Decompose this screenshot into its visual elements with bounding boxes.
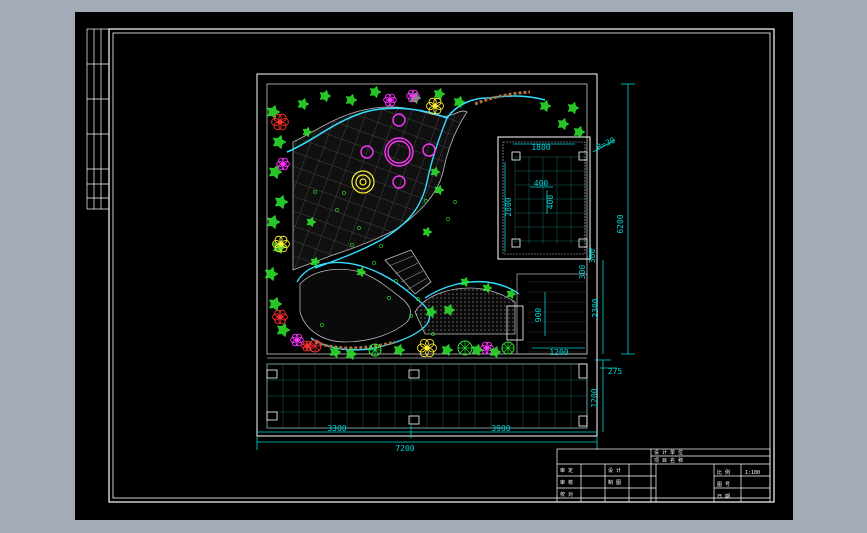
shrub-icon bbox=[460, 276, 471, 288]
title-block-texts: 设 计 单 位 项 目 名 称 审 定 审 核 校 对 设 计 制 图 比 例 … bbox=[560, 449, 760, 500]
shrub-icon bbox=[345, 93, 358, 107]
dim-pergola-width: 1800 bbox=[531, 143, 550, 152]
flower-icon bbox=[272, 309, 288, 325]
tb-scale-value: 1:100 bbox=[745, 470, 760, 476]
dim-right-height: 6200 bbox=[616, 214, 625, 233]
grass-icon bbox=[446, 217, 450, 221]
dim-pergola-depth: 2800 bbox=[504, 197, 513, 216]
flower-icon bbox=[383, 93, 397, 107]
dim-radius: R=30 bbox=[595, 136, 616, 152]
stepping-path bbox=[384, 249, 432, 295]
tb-design-unit: 设 计 单 位 bbox=[654, 449, 683, 456]
shrub-icon bbox=[268, 296, 283, 312]
flower-icon bbox=[426, 97, 444, 115]
lower-lawn bbox=[299, 268, 412, 343]
shrub-icon bbox=[489, 345, 502, 359]
outer-frame bbox=[108, 28, 775, 503]
tb-scale: 比 例 bbox=[717, 469, 730, 476]
drawing-canvas[interactable]: 7200 3300 3900 6200 2300 1200 900 1200 2… bbox=[75, 12, 793, 520]
grass-icon bbox=[453, 200, 457, 204]
cad-viewer: 7200 3300 3900 6200 2300 1200 900 1200 2… bbox=[0, 0, 867, 533]
paving-grid bbox=[266, 357, 588, 429]
shrub-icon bbox=[573, 125, 586, 139]
shrub-icon bbox=[266, 104, 281, 120]
dim-paving-height: 1200 bbox=[590, 388, 599, 407]
tree-icon bbox=[308, 339, 322, 353]
tb-project-name: 项 目 名 称 bbox=[654, 457, 683, 464]
shrub-icon bbox=[422, 226, 433, 238]
dim-stair-width: 1200 bbox=[549, 348, 568, 357]
shrub-icon bbox=[453, 95, 466, 109]
shrub-icon bbox=[369, 85, 382, 99]
garden-plan-drawing: 7200 3300 3900 6200 2300 1200 900 1200 2… bbox=[86, 28, 775, 503]
dim-pergola-side: 300 bbox=[588, 249, 597, 264]
pergola-rim bbox=[502, 141, 586, 255]
dim-step-height: 900 bbox=[534, 308, 543, 323]
rock-edge-lower bbox=[314, 340, 396, 350]
dim-offset-small: 275 bbox=[608, 367, 623, 376]
binding-strip bbox=[86, 28, 110, 210]
tb-check: 校 对 bbox=[560, 491, 573, 498]
dim-bottom-left: 3300 bbox=[327, 424, 346, 433]
shrub-icon bbox=[276, 322, 291, 338]
shrub-icon bbox=[272, 134, 287, 150]
title-block bbox=[556, 448, 771, 503]
tree-icon bbox=[501, 341, 515, 355]
flower-icon bbox=[290, 333, 304, 347]
flower-icon bbox=[271, 113, 289, 131]
dim-total-width: 7200 bbox=[395, 444, 414, 453]
shrub-icon bbox=[567, 101, 580, 115]
tb-review: 审 核 bbox=[560, 479, 573, 486]
tb-draw: 制 图 bbox=[608, 479, 621, 486]
grass-icon bbox=[379, 244, 383, 248]
dim-bottom-right: 3900 bbox=[491, 424, 510, 433]
tb-approve: 审 定 bbox=[560, 467, 573, 474]
dim-tile-w: 400 bbox=[534, 179, 549, 188]
dim-tile-h: 400 bbox=[546, 195, 555, 210]
shrub-icon bbox=[319, 89, 332, 103]
grass-icon bbox=[372, 261, 376, 265]
shrub-icon bbox=[266, 214, 281, 230]
tree-icon bbox=[457, 340, 473, 356]
tree-icon bbox=[368, 343, 382, 357]
shrub-icon bbox=[539, 99, 552, 113]
dim-right-lower: 2300 bbox=[591, 298, 600, 317]
tb-number: 图 号 bbox=[717, 482, 730, 488]
shrub-icon bbox=[297, 97, 310, 111]
dim-pergola-offset: 300 bbox=[578, 265, 587, 280]
shrub-icon bbox=[274, 194, 289, 210]
flower-icon bbox=[276, 157, 290, 171]
shrub-icon bbox=[557, 117, 570, 131]
tb-design: 设 计 bbox=[608, 467, 621, 474]
tb-date: 日 期 bbox=[717, 494, 730, 500]
shrub-icon bbox=[268, 164, 283, 180]
shrub-icon bbox=[433, 87, 446, 101]
